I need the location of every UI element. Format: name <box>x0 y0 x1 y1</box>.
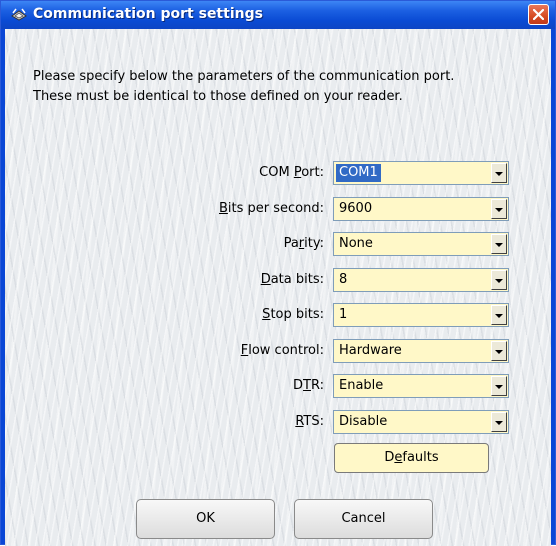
dialog-body: Please specify below the parameters of t… <box>5 29 551 546</box>
intro-line-2: These must be identical to those defined… <box>33 89 403 104</box>
parity-select[interactable]: None <box>333 232 509 256</box>
data-bits-label: Data bits: <box>260 272 324 287</box>
flow-control-select[interactable]: Hardware <box>333 339 509 363</box>
data-bits-select[interactable]: 8 <box>333 268 509 292</box>
chevron-down-icon[interactable] <box>491 234 507 254</box>
dtr-select[interactable]: Enable <box>333 374 509 398</box>
serial-port-icon <box>10 7 28 23</box>
rts-select[interactable]: Disable <box>333 410 509 434</box>
bits-per-second-label: Bits per second: <box>218 201 324 216</box>
rts-value: Disable <box>339 414 388 429</box>
close-icon <box>533 9 544 20</box>
chevron-down-icon[interactable] <box>491 305 507 325</box>
ok-button[interactable]: OK <box>136 499 275 539</box>
flow-control-label: Flow control: <box>240 343 324 358</box>
data-bits-value: 8 <box>339 272 348 287</box>
title-bar[interactable]: Communication port settings <box>1 1 555 29</box>
com-port-label: COM Port: <box>259 165 324 180</box>
dialog-window: Communication port settings Please speci… <box>0 0 556 546</box>
flow-control-value: Hardware <box>339 343 402 358</box>
parity-label: Parity: <box>283 236 324 251</box>
stop-bits-value: 1 <box>339 307 348 322</box>
defaults-button[interactable]: Defaults <box>334 443 489 473</box>
com-port-value: COM1 <box>336 164 381 182</box>
intro-line-1: Please specify below the parameters of t… <box>33 69 455 84</box>
rts-label: RTS: <box>295 414 324 429</box>
bits-per-second-value: 9600 <box>339 201 373 216</box>
dialog-title: Communication port settings <box>33 6 263 22</box>
dtr-value: Enable <box>339 378 384 393</box>
dtr-label: DTR: <box>293 378 324 393</box>
stop-bits-label: Stop bits: <box>262 307 324 322</box>
intro-text: Please specify below the parameters of t… <box>33 67 454 107</box>
com-port-select[interactable]: COM1 <box>333 161 509 185</box>
chevron-down-icon[interactable] <box>491 412 507 432</box>
bits-per-second-select[interactable]: 9600 <box>333 197 509 221</box>
stop-bits-select[interactable]: 1 <box>333 303 509 327</box>
chevron-down-icon[interactable] <box>491 163 507 183</box>
chevron-down-icon[interactable] <box>491 341 507 361</box>
chevron-down-icon[interactable] <box>491 199 507 219</box>
chevron-down-icon[interactable] <box>491 270 507 290</box>
cancel-button[interactable]: Cancel <box>294 499 433 539</box>
close-button[interactable] <box>528 4 549 25</box>
parity-value: None <box>339 236 373 251</box>
chevron-down-icon[interactable] <box>491 376 507 396</box>
